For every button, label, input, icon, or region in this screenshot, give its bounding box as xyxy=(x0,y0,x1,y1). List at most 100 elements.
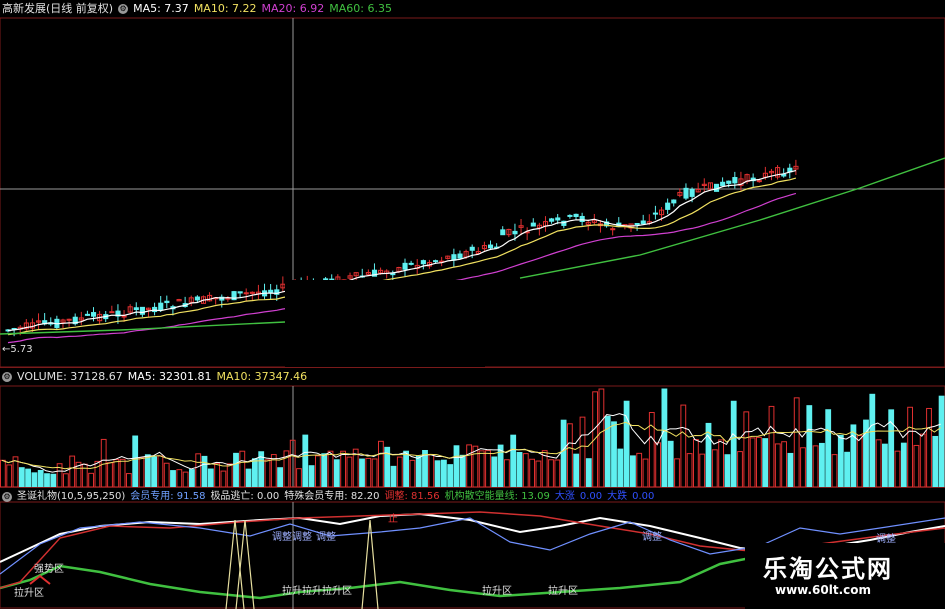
stop-label: 止 xyxy=(388,514,398,525)
price-header: 高新发展(日线 前复权) ⚙ MA5: 7.37 MA10: 7.22 MA20… xyxy=(0,0,392,18)
volume-chart-panel[interactable]: ⚙ VOLUME: 37128.67 MA5: 32301.81 MA10: 3… xyxy=(0,368,945,488)
volume-bar xyxy=(749,437,756,488)
volume-bar xyxy=(119,458,126,488)
volume-bar xyxy=(315,455,321,488)
volume-bar xyxy=(598,388,605,488)
indicator-red-marker xyxy=(29,574,51,585)
volume-bar xyxy=(327,450,334,488)
volume-bar xyxy=(856,435,863,488)
volume-bar xyxy=(510,434,517,488)
volume-bar xyxy=(900,442,907,488)
candle-body xyxy=(573,213,579,218)
volume-bar xyxy=(932,435,939,488)
volume-bar xyxy=(264,459,271,488)
volume-bar xyxy=(768,405,775,488)
volume-bar xyxy=(579,416,586,488)
candle-body xyxy=(640,220,646,225)
candle-body xyxy=(420,260,426,265)
candle-body xyxy=(390,273,396,276)
volume-bar xyxy=(434,460,441,488)
volume-bar xyxy=(472,445,479,488)
volume-bar xyxy=(50,473,57,488)
adjust-value: 调整: 81.56 xyxy=(384,491,440,502)
candle-body xyxy=(66,318,72,321)
candle-body xyxy=(164,300,170,304)
settings-circle-icon[interactable]: ⚙ xyxy=(118,4,129,14)
volume-bar xyxy=(18,467,25,488)
volume-bar xyxy=(762,438,769,488)
candle-body xyxy=(469,246,475,251)
volume-bar xyxy=(63,473,69,488)
volume-bar xyxy=(793,397,800,488)
volume-bar xyxy=(151,456,157,488)
candle-body xyxy=(689,188,695,197)
volume-bar xyxy=(321,453,328,488)
candle-body xyxy=(652,212,659,215)
volume-bar xyxy=(894,450,901,488)
volume-bar xyxy=(126,473,132,488)
ma5-value: MA5: 7.37 xyxy=(133,2,189,15)
candle-body xyxy=(500,229,506,236)
rise-zone-label: 拉升区 xyxy=(482,586,512,597)
candle-body xyxy=(268,289,274,293)
candle-body xyxy=(139,306,145,315)
volume-bar xyxy=(88,472,94,488)
volume-bar xyxy=(403,450,410,488)
member-value: 会员专用: 91.58 xyxy=(130,491,206,502)
volume-bar xyxy=(396,456,403,488)
candle-body xyxy=(133,307,139,311)
volume-bar xyxy=(453,445,460,488)
volume-bar xyxy=(630,455,636,488)
volume-bar xyxy=(585,458,592,488)
volume-bar xyxy=(239,450,246,488)
candle-body xyxy=(457,253,463,259)
volume-bars[interactable] xyxy=(0,368,945,488)
volume-bar xyxy=(182,471,189,488)
candle-body xyxy=(158,302,164,311)
volume-bar xyxy=(220,470,227,488)
escape-value: 极品逃亡: 0.00 xyxy=(210,491,280,502)
candle-body xyxy=(194,296,200,301)
volume-bar xyxy=(800,447,806,488)
strong-zone-label: 强势区 xyxy=(34,564,64,575)
volume-bar xyxy=(831,454,838,488)
volume-value: VOLUME: 37128.67 xyxy=(17,370,123,383)
volume-bar xyxy=(415,455,422,488)
candle-body xyxy=(84,313,91,316)
volume-bar xyxy=(441,459,447,488)
settings-circle-icon[interactable]: ⚙ xyxy=(2,492,12,502)
volume-bar xyxy=(774,443,781,488)
big-down-value: 0.00 xyxy=(632,491,655,502)
volume-bar xyxy=(0,459,6,488)
volume-bar xyxy=(44,473,50,488)
volume-bar xyxy=(693,439,699,488)
volume-header: ⚙ VOLUME: 37128.67 MA5: 32301.81 MA10: 3… xyxy=(0,368,307,386)
settings-circle-icon[interactable]: ⚙ xyxy=(2,372,12,382)
volume-bar xyxy=(302,434,309,488)
volume-bar xyxy=(447,464,454,488)
candle-body xyxy=(152,306,158,313)
candle-body xyxy=(237,291,243,294)
volume-bar xyxy=(37,469,44,488)
volume-bar xyxy=(170,470,176,488)
volume-bar xyxy=(163,462,170,488)
volume-bar xyxy=(907,406,914,488)
candle-body xyxy=(121,315,127,318)
candle-body xyxy=(726,180,732,184)
volume-bar xyxy=(195,453,202,488)
big-up-value: 0.00 xyxy=(579,491,603,502)
volume-bar xyxy=(459,454,466,488)
volume-bar xyxy=(819,442,825,488)
candle-body xyxy=(402,262,408,270)
volume-bar xyxy=(781,441,788,488)
volume-bar xyxy=(428,454,435,488)
candle-body xyxy=(433,260,439,263)
volume-bar xyxy=(938,395,945,488)
volume-bar xyxy=(642,458,649,488)
volume-bar xyxy=(522,453,529,488)
volume-bar xyxy=(207,468,214,488)
volume-bar xyxy=(94,460,101,488)
volume-bar xyxy=(718,439,725,488)
volume-bar xyxy=(308,465,315,488)
volume-bar xyxy=(466,444,473,488)
